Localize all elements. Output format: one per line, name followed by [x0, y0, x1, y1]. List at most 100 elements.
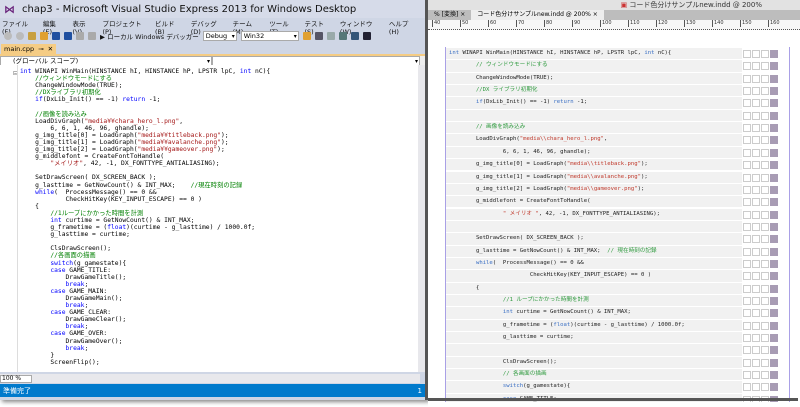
menu-item[interactable]: デバッグ(D)	[191, 18, 223, 36]
cell-box	[752, 50, 760, 58]
undo-icon[interactable]	[76, 32, 84, 40]
code-editor[interactable]: ⊟ int WINAPI WinMain(HINSTANCE hI, HINST…	[0, 65, 420, 372]
status-line: 1	[417, 386, 422, 395]
row-checkboxes	[743, 124, 778, 133]
find-icon[interactable]	[302, 32, 311, 40]
uncomment-icon[interactable]	[350, 32, 359, 40]
cell-box-filled	[770, 173, 778, 182]
new-project-icon[interactable]	[28, 32, 36, 40]
tab-other[interactable]: % [変換] ×	[428, 10, 471, 20]
menu-item[interactable]: 表示(V)	[73, 18, 93, 36]
tab-main-cpp[interactable]: main.cpp ⊸ ✕	[1, 44, 57, 54]
code-line: //画像を読み込み	[20, 111, 270, 118]
save-all-icon[interactable]	[64, 32, 72, 40]
code-token: GAME_MAIN:	[65, 287, 108, 295]
row-checkboxes	[743, 284, 778, 293]
platform-select[interactable]: Win32	[240, 31, 299, 41]
page-text-frame[interactable]: int WINAPI WinMain(HINSTANCE hI, HINSTAN…	[445, 47, 790, 402]
back-icon[interactable]	[4, 32, 12, 40]
keyword: int	[50, 216, 62, 224]
cell-box	[761, 284, 769, 293]
comment-icon[interactable]	[338, 32, 347, 40]
code-line: g_img_title[2] = LoadGraph("media\\gameo…	[446, 183, 742, 196]
redo-icon[interactable]	[88, 32, 96, 40]
row-checkboxes	[743, 222, 778, 231]
string-literal: "media¥¥avalanche.png"	[137, 138, 221, 146]
menu-item[interactable]: プロジェクト(P)	[102, 18, 145, 36]
menu-item[interactable]: ヘルプ(H)	[389, 18, 415, 36]
cell-box	[761, 321, 769, 330]
code-token: g_lasttime = GetNowCount() & INT_MAX;	[449, 247, 608, 254]
menu-bar: ファイル(F) 編集(E) 表示(V) プロジェクト(P) ビルド(B) デバッグ(D) チ…	[0, 18, 425, 36]
menu-item[interactable]: 編集(E)	[43, 18, 63, 36]
string-literal: "media\\chara_hero_l.png"	[519, 136, 604, 143]
cell-box	[761, 222, 769, 231]
code-line: {	[446, 282, 742, 294]
bookmark-icon[interactable]	[362, 32, 371, 40]
row-checkboxes	[743, 136, 778, 145]
menu-item[interactable]: ビルド(B)	[155, 18, 181, 36]
code-line: DrawGameClear();	[20, 316, 270, 323]
row-checkboxes	[743, 148, 778, 157]
indent-icon[interactable]	[314, 32, 323, 40]
keyword: float	[553, 321, 571, 328]
code-line: DrawGameTitle();	[20, 274, 270, 281]
code-line	[446, 344, 742, 356]
code-line: g_img_title[1] = LoadGraph("media¥¥avala…	[20, 139, 270, 146]
start-debugger-button[interactable]: ▶ ローカル Windows デバッガー	[100, 31, 199, 41]
cell-box	[743, 371, 751, 380]
code-token: DrawGameOver();	[20, 337, 123, 345]
cell-box-filled	[770, 371, 778, 380]
code-line: {	[20, 203, 270, 210]
code-token: GAME_CLEAR:	[65, 309, 112, 317]
code-line: g_frametime = (float)(curtime - g_lastti…	[446, 319, 742, 331]
open-file-icon[interactable]	[40, 32, 48, 40]
outdent-icon[interactable]	[326, 32, 335, 40]
cell-box	[752, 358, 760, 367]
vertical-scrollbar[interactable]	[418, 65, 425, 372]
cell-box	[761, 148, 769, 157]
menu-item[interactable]: ツール(T)	[269, 18, 294, 36]
code-token: g_middlefont = CreateFontToHandle(	[449, 198, 591, 205]
cell-box-filled	[770, 198, 778, 207]
code-line: g_img_title[0] = LoadGraph("media\\title…	[446, 159, 742, 171]
code-line: g_lasttime = curtime;	[446, 332, 742, 344]
horizontal-scrollbar[interactable]: 100 %	[0, 374, 420, 383]
cell-box-filled	[770, 111, 778, 120]
horizontal-ruler: 40 50 60 70 80 90 100 110 120 130 140 150 160	[428, 20, 800, 30]
code-line: // 各画面の描画	[446, 369, 742, 381]
comment: //画像を読み込み	[20, 110, 87, 118]
zoom-select[interactable]: 100 %	[0, 374, 32, 383]
row-checkboxes	[743, 346, 778, 355]
row-checkboxes	[743, 309, 778, 318]
ruler-tick-label: 140	[712, 20, 724, 27]
config-select[interactable]: Debug	[202, 31, 237, 41]
code-token: -1;	[573, 99, 588, 106]
keyword: float	[107, 224, 127, 232]
code-token: g_frametime = (	[20, 224, 108, 232]
cell-box	[752, 272, 760, 281]
close-icon[interactable]: ✕	[48, 45, 53, 53]
row-checkboxes	[743, 50, 778, 58]
menu-item[interactable]: チーム(M)	[233, 18, 260, 36]
comment: // 画像を読み込み	[449, 124, 526, 131]
menu-item[interactable]: ファイル(F)	[2, 18, 33, 36]
code-text[interactable]: int WINAPI WinMain(HINSTANCE hI, HINSTAN…	[20, 68, 270, 366]
save-icon[interactable]	[52, 32, 60, 40]
pin-icon[interactable]: ⊸	[38, 45, 43, 53]
cell-box	[743, 50, 751, 58]
cell-box	[761, 50, 769, 58]
forward-icon[interactable]	[16, 32, 24, 40]
menu-item[interactable]: ウィンドウ(W)	[340, 18, 379, 36]
menu-item[interactable]: テスト(S)	[305, 18, 330, 36]
status-text: 準備完了	[3, 386, 31, 395]
cell-box	[761, 210, 769, 219]
code-token: DrawGameClear();	[20, 316, 127, 324]
tab-active-document[interactable]: コード色分けサンプルnew.indd @ 200% ×	[471, 10, 604, 20]
